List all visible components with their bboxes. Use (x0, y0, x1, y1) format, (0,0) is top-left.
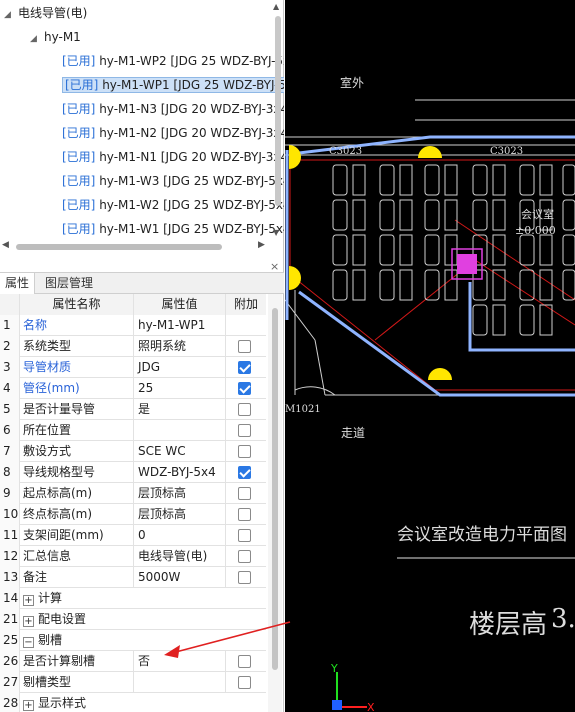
annotation-arrow-icon (164, 621, 291, 658)
